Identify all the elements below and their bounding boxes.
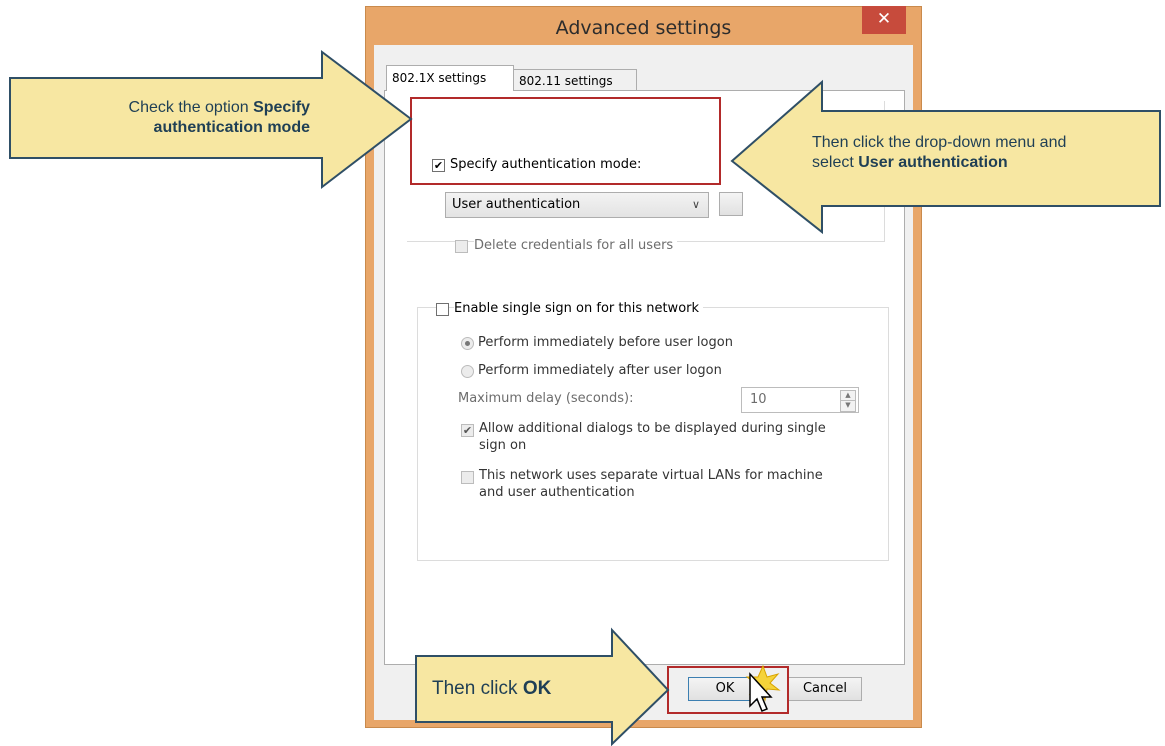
left-callout-text: Check the option Specify authentication … (128, 99, 310, 136)
right-callout-text: Then click the drop-down menu and select… (812, 134, 1067, 171)
tab-8021x-settings[interactable]: 802.1X settings (386, 65, 514, 91)
bottom-callout-text: Then click OK (432, 678, 552, 699)
